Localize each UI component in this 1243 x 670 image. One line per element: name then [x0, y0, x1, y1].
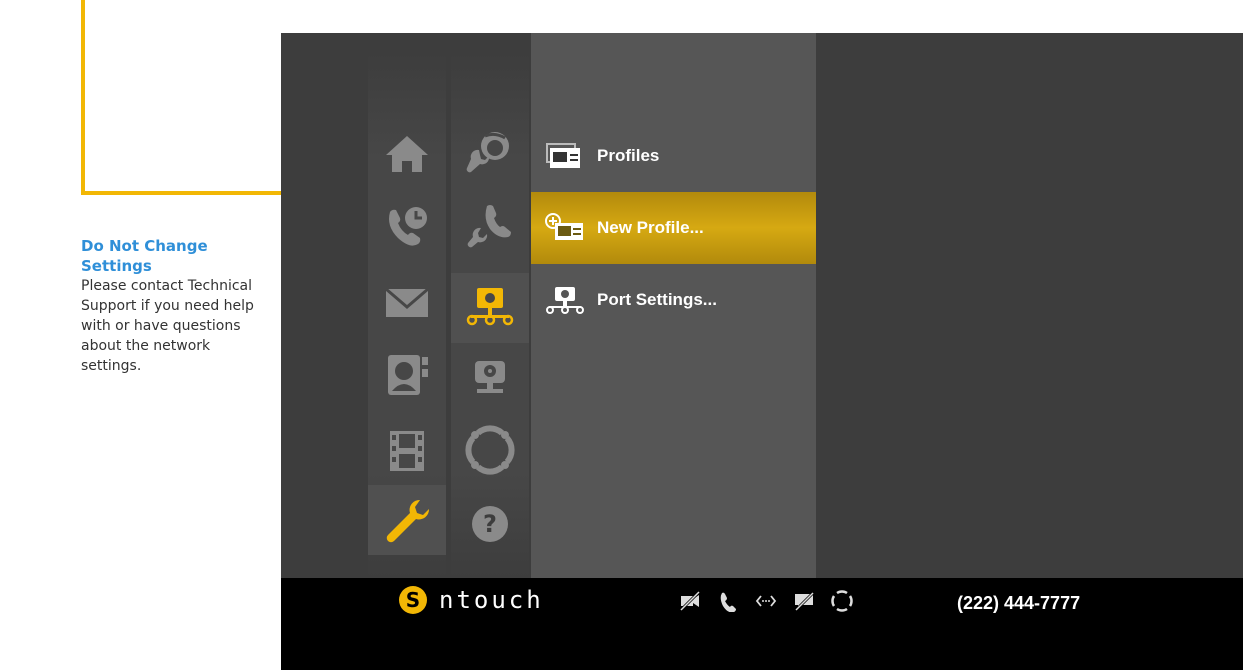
video-off-icon [679, 590, 701, 612]
callout-title: Do Not Change Settings [81, 237, 208, 275]
device-screen: ? Profiles New Profile... Port Settings.… [281, 33, 1243, 670]
status-icons [679, 590, 853, 612]
camera-settings-icon[interactable] [465, 351, 515, 401]
settings-wrench-icon[interactable] [382, 496, 432, 546]
no-message-icon [793, 590, 815, 612]
phone-icon [717, 590, 739, 612]
network-icon [755, 590, 777, 612]
menu-item-port-settings[interactable]: Port Settings... [531, 264, 816, 336]
video-center-icon[interactable] [382, 426, 432, 476]
menu-item-new-profile[interactable]: New Profile... [531, 192, 816, 264]
help-icon[interactable]: ? [465, 499, 515, 549]
remote-icon [831, 590, 853, 612]
svg-text:?: ? [483, 510, 497, 538]
callout-body: Please contact Technical Support if you … [81, 278, 254, 374]
new-profile-icon [545, 213, 585, 243]
brand-name: ntouch [439, 586, 544, 614]
phone-number: (222) 444-7777 [957, 593, 1081, 613]
profiles-icon [545, 141, 585, 171]
contacts-icon[interactable] [382, 349, 432, 399]
home-icon[interactable] [382, 128, 432, 178]
callout-connector-vertical [81, 0, 85, 195]
personal-settings-icon[interactable] [465, 128, 515, 178]
callout-note: Do Not Change Settings Please contact Te… [81, 236, 271, 376]
brand-logo: S ntouch [399, 586, 544, 614]
port-settings-icon [545, 285, 585, 315]
menu-item-label: New Profile... [597, 218, 704, 237]
menu-item-label: Port Settings... [597, 290, 717, 309]
menu-item-label: Profiles [597, 146, 660, 165]
menu-item-profiles[interactable]: Profiles [531, 120, 816, 192]
remote-control-icon[interactable] [465, 425, 515, 475]
call-history-icon[interactable] [382, 202, 432, 252]
mail-icon[interactable] [382, 277, 432, 327]
network-settings-icon[interactable] [465, 282, 515, 332]
status-bar: S ntouch (222) 444-7777 [281, 578, 1243, 670]
call-settings-icon[interactable] [465, 202, 515, 252]
brand-mark: S [399, 586, 427, 614]
